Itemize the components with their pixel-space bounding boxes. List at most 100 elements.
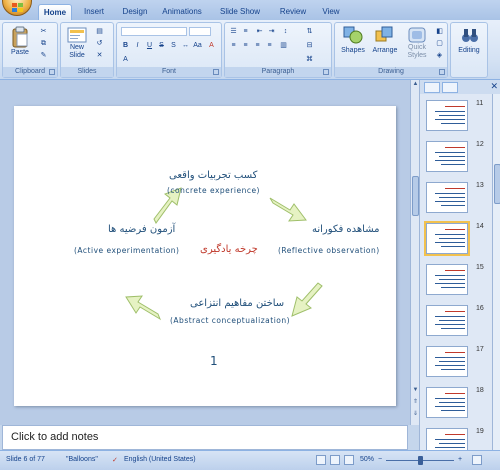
font-launcher[interactable] [213, 69, 219, 75]
paste-button[interactable]: Paste [6, 49, 34, 56]
office-button[interactable] [2, 0, 32, 16]
thumbnail-scroll-thumb[interactable] [494, 164, 500, 204]
shape-fill-icon[interactable]: ◧ [435, 27, 444, 36]
shadow-icon[interactable]: S [169, 41, 178, 50]
zoom-out-icon[interactable]: − [378, 456, 382, 463]
tab-insert[interactable]: Insert [78, 4, 110, 20]
thumbnail-preview[interactable] [426, 100, 468, 131]
delete-slide-icon[interactable]: ✕ [95, 51, 104, 60]
pane-tabs: ✕ [420, 80, 500, 94]
tab-design[interactable]: Design [118, 4, 152, 20]
increase-indent-icon[interactable]: ⇥ [267, 27, 276, 36]
zoom-level[interactable]: 50% [360, 456, 374, 463]
text-direction-icon[interactable]: ⇅ [305, 27, 314, 36]
ribbon-tabs-bar: Home Insert Design Animations Slide Show… [0, 0, 500, 20]
smartart-icon[interactable]: ⌘ [305, 55, 314, 64]
thumbnail-preview[interactable] [426, 346, 468, 377]
change-case-icon[interactable]: Aa [193, 41, 202, 50]
italic-icon[interactable]: I [133, 41, 142, 50]
paragraph-group: ☰ ≡ ⇤ ⇥ ↕ ≡ ≡ ≡ ≡ ▥ ⇅ ⊟ ⌘ Paragraph [224, 22, 332, 78]
shape-effects-icon[interactable]: ◈ [435, 51, 444, 60]
zoom-in-icon[interactable]: + [458, 456, 462, 463]
thumbnail-number: 16 [476, 305, 484, 312]
language-label[interactable]: English (United States) [124, 456, 196, 463]
thumbnail-number: 12 [476, 141, 484, 148]
thumbnail-preview[interactable] [426, 141, 468, 172]
slide-canvas[interactable]: کسب تجربیات واقعی (concrete experience) … [14, 106, 396, 406]
slide-thumbnail[interactable]: 18 [420, 387, 492, 431]
font-color-icon[interactable]: A [207, 41, 216, 50]
thumbnail-text-line [445, 352, 465, 353]
normal-view-icon[interactable] [316, 455, 326, 465]
clipboard-launcher[interactable] [49, 69, 55, 75]
quick-styles-button[interactable]: Quick [401, 44, 433, 51]
thumbnail-scrollbar[interactable] [492, 94, 500, 450]
spelling-icon[interactable]: ✓ [112, 456, 118, 464]
columns-icon[interactable]: ▥ [279, 41, 288, 50]
bold-icon[interactable]: B [121, 41, 130, 50]
thumbnail-number: 11 [476, 100, 484, 107]
bullets-icon[interactable]: ☰ [229, 27, 238, 36]
thumbnail-preview[interactable] [426, 264, 468, 295]
format-painter-icon[interactable]: ✎ [39, 51, 48, 60]
font-size-select[interactable] [189, 27, 211, 36]
outline-tab[interactable] [442, 82, 458, 93]
close-pane-icon[interactable]: ✕ [490, 81, 498, 92]
underline-icon[interactable]: U [145, 41, 154, 50]
cut-icon[interactable]: ✂ [39, 27, 48, 36]
thumbnail-number: 17 [476, 346, 484, 353]
slide-show-view-icon[interactable] [344, 455, 354, 465]
tab-view[interactable]: View [318, 4, 344, 20]
fit-to-window-icon[interactable] [472, 455, 482, 465]
thumbnail-preview[interactable] [426, 387, 468, 418]
copy-icon[interactable]: ⧉ [39, 39, 48, 48]
new-slide-button[interactable]: New [63, 44, 91, 51]
editing-button[interactable]: Editing [451, 47, 487, 54]
slide-thumbnail[interactable]: 13 [420, 182, 492, 226]
quick-styles-icon [408, 27, 426, 43]
strikethrough-icon[interactable]: S [157, 41, 166, 50]
slide-thumbnail[interactable]: 12 [420, 141, 492, 185]
slide-sorter-view-icon[interactable] [330, 455, 340, 465]
tab-review[interactable]: Review [276, 4, 310, 20]
reset-icon[interactable]: ↺ [95, 39, 104, 48]
align-center-icon[interactable]: ≡ [241, 41, 250, 50]
quick-styles-button-line2[interactable]: Styles [401, 52, 433, 59]
new-slide-button-line2[interactable]: Slide [63, 52, 91, 59]
numbering-icon[interactable]: ≡ [241, 27, 250, 36]
spacing-icon[interactable]: ↔ [181, 41, 190, 50]
justify-icon[interactable]: ≡ [265, 41, 274, 50]
shapes-button[interactable]: Shapes [337, 47, 369, 54]
slides-tab[interactable] [424, 82, 440, 93]
paragraph-launcher[interactable] [323, 69, 329, 75]
tab-slide-show[interactable]: Slide Show [216, 4, 264, 20]
slide-thumbnail[interactable]: 14 [420, 221, 492, 267]
scroll-thumb[interactable] [412, 176, 419, 216]
slide-thumbnail[interactable]: 11 [420, 100, 492, 144]
arrange-button[interactable]: Arrange [369, 47, 401, 54]
slide-thumbnail[interactable]: 15 [420, 264, 492, 308]
binoculars-icon [462, 29, 478, 42]
slide-thumbnail[interactable]: 17 [420, 346, 492, 390]
decrease-indent-icon[interactable]: ⇤ [255, 27, 264, 36]
font-name-select[interactable] [121, 27, 187, 36]
slide-thumbnail[interactable]: 16 [420, 305, 492, 349]
layout-icon[interactable]: ▤ [95, 27, 104, 36]
thumbnail-text-line [435, 193, 465, 194]
zoom-slider-knob[interactable] [418, 456, 423, 465]
align-text-icon[interactable]: ⊟ [305, 41, 314, 50]
tab-home[interactable]: Home [38, 4, 72, 20]
thumbnail-preview[interactable] [424, 221, 470, 256]
shape-outline-icon[interactable]: ▢ [435, 39, 444, 48]
stage-top-persian: کسب تجربیات واقعی [169, 170, 258, 181]
thumbnail-preview[interactable] [426, 182, 468, 213]
align-right-icon[interactable]: ≡ [253, 41, 262, 50]
thumbnail-preview[interactable] [426, 305, 468, 336]
line-spacing-icon[interactable]: ↕ [281, 27, 290, 36]
drawing-launcher[interactable] [439, 69, 445, 75]
slide-vertical-scrollbar[interactable]: ▲ ▼ ⇑ ⇓ [410, 80, 419, 425]
tab-animations[interactable]: Animations [158, 4, 206, 20]
align-left-icon[interactable]: ≡ [229, 41, 238, 50]
grow-font-icon[interactable]: A [121, 55, 130, 64]
notes-pane[interactable]: Click to add notes [2, 425, 408, 450]
